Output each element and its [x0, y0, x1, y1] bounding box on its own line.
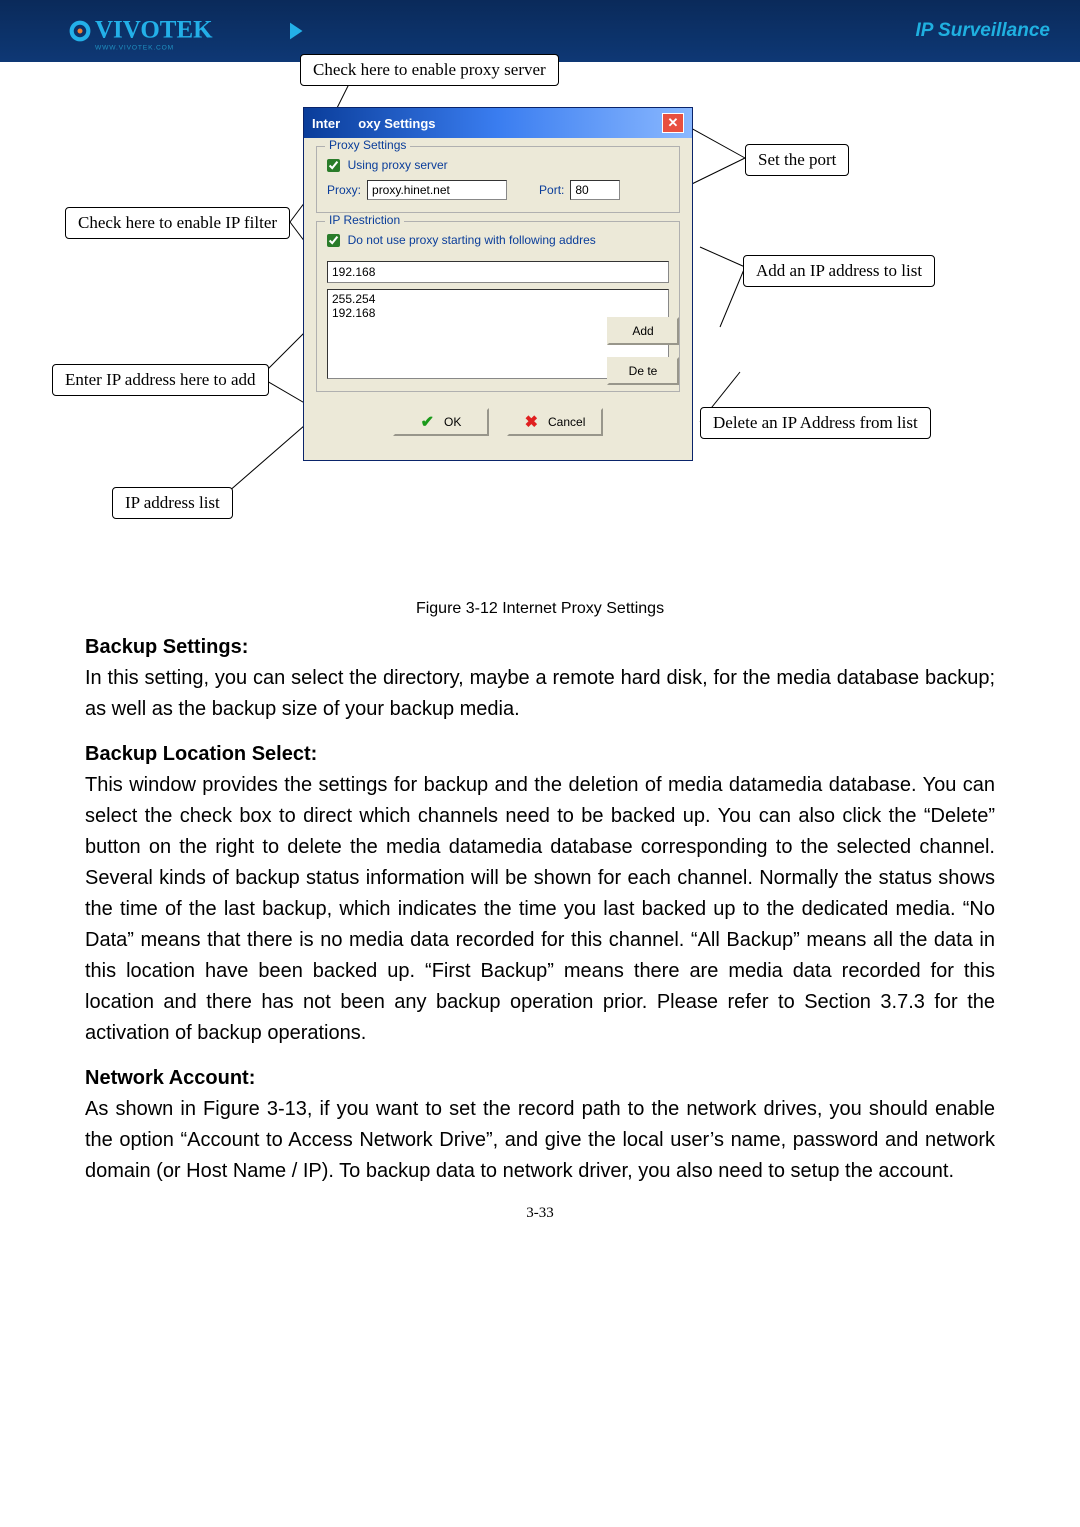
x-icon: ✖ [525, 412, 538, 432]
heading-backup-location: Backup Location Select: [85, 743, 995, 766]
callout-check-proxy: Check here to enable proxy server [300, 54, 559, 86]
ip-restrict-label: Do not use proxy starting with following… [348, 233, 596, 247]
callout-delete-ip: Delete an IP Address from list [700, 407, 931, 439]
logo-url: WWW.VIVOTEK.COM [95, 44, 174, 51]
using-proxy-checkbox[interactable] [327, 159, 340, 172]
heading-backup-settings: Backup Settings: [85, 636, 995, 659]
proxy-label: Proxy: [327, 183, 361, 197]
para-network-account: As shown in Figure 3-13, if you want to … [85, 1094, 995, 1187]
using-proxy-label: Using proxy server [348, 158, 448, 172]
callout-add-ip: Add an IP address to list [743, 255, 935, 287]
figure-diagram: Check here to enable proxy server Set th… [0, 62, 1080, 582]
group-legend-iprestrict: IP Restriction [325, 213, 404, 227]
close-icon[interactable]: ✕ [662, 113, 684, 133]
port-input[interactable] [570, 180, 620, 200]
para-backup-location: This window provides the settings for ba… [85, 770, 995, 1049]
header-bar: VIVOTEK WWW.VIVOTEK.COM IP Surveillance [0, 0, 1080, 62]
heading-network-account: Network Account: [85, 1067, 995, 1090]
callout-set-port: Set the port [745, 144, 849, 176]
ip-entry-input[interactable] [327, 261, 669, 283]
para-backup-settings: In this setting, you can select the dire… [85, 663, 995, 725]
delete-button[interactable]: De te [607, 357, 679, 385]
figure-caption: Figure 3-12 Internet Proxy Settings [0, 600, 1080, 618]
check-icon: ✔ [421, 412, 434, 432]
dialog-title: Inter oxy Settings [312, 116, 436, 131]
proxy-settings-group: Proxy Settings Using proxy server Proxy:… [316, 146, 680, 213]
page-number: 3-33 [0, 1205, 1080, 1222]
add-button[interactable]: Add [607, 317, 679, 345]
ip-surveillance-label: IP Surveillance [916, 20, 1050, 42]
port-label: Port: [539, 183, 564, 197]
callout-ip-list: IP address list [112, 487, 233, 519]
dialog-titlebar: Inter oxy Settings ✕ [304, 108, 692, 138]
vivotek-logo: VIVOTEK WWW.VIVOTEK.COM [0, 0, 315, 62]
content-body: Backup Settings: In this setting, you ca… [0, 636, 1080, 1187]
ok-button[interactable]: ✔ OK [393, 408, 489, 436]
proxy-input[interactable] [367, 180, 507, 200]
list-item[interactable]: 255.254 [332, 292, 664, 306]
ip-restrict-checkbox[interactable] [327, 234, 340, 247]
callout-enable-ip-filter: Check here to enable IP filter [65, 207, 290, 239]
cancel-button[interactable]: ✖ Cancel [507, 408, 603, 436]
callout-enter-ip: Enter IP address here to add [52, 364, 269, 396]
group-legend-proxy: Proxy Settings [325, 138, 410, 152]
proxy-settings-dialog: Inter oxy Settings ✕ Proxy Settings Usin… [303, 107, 693, 461]
svg-text:VIVOTEK: VIVOTEK [95, 17, 213, 44]
